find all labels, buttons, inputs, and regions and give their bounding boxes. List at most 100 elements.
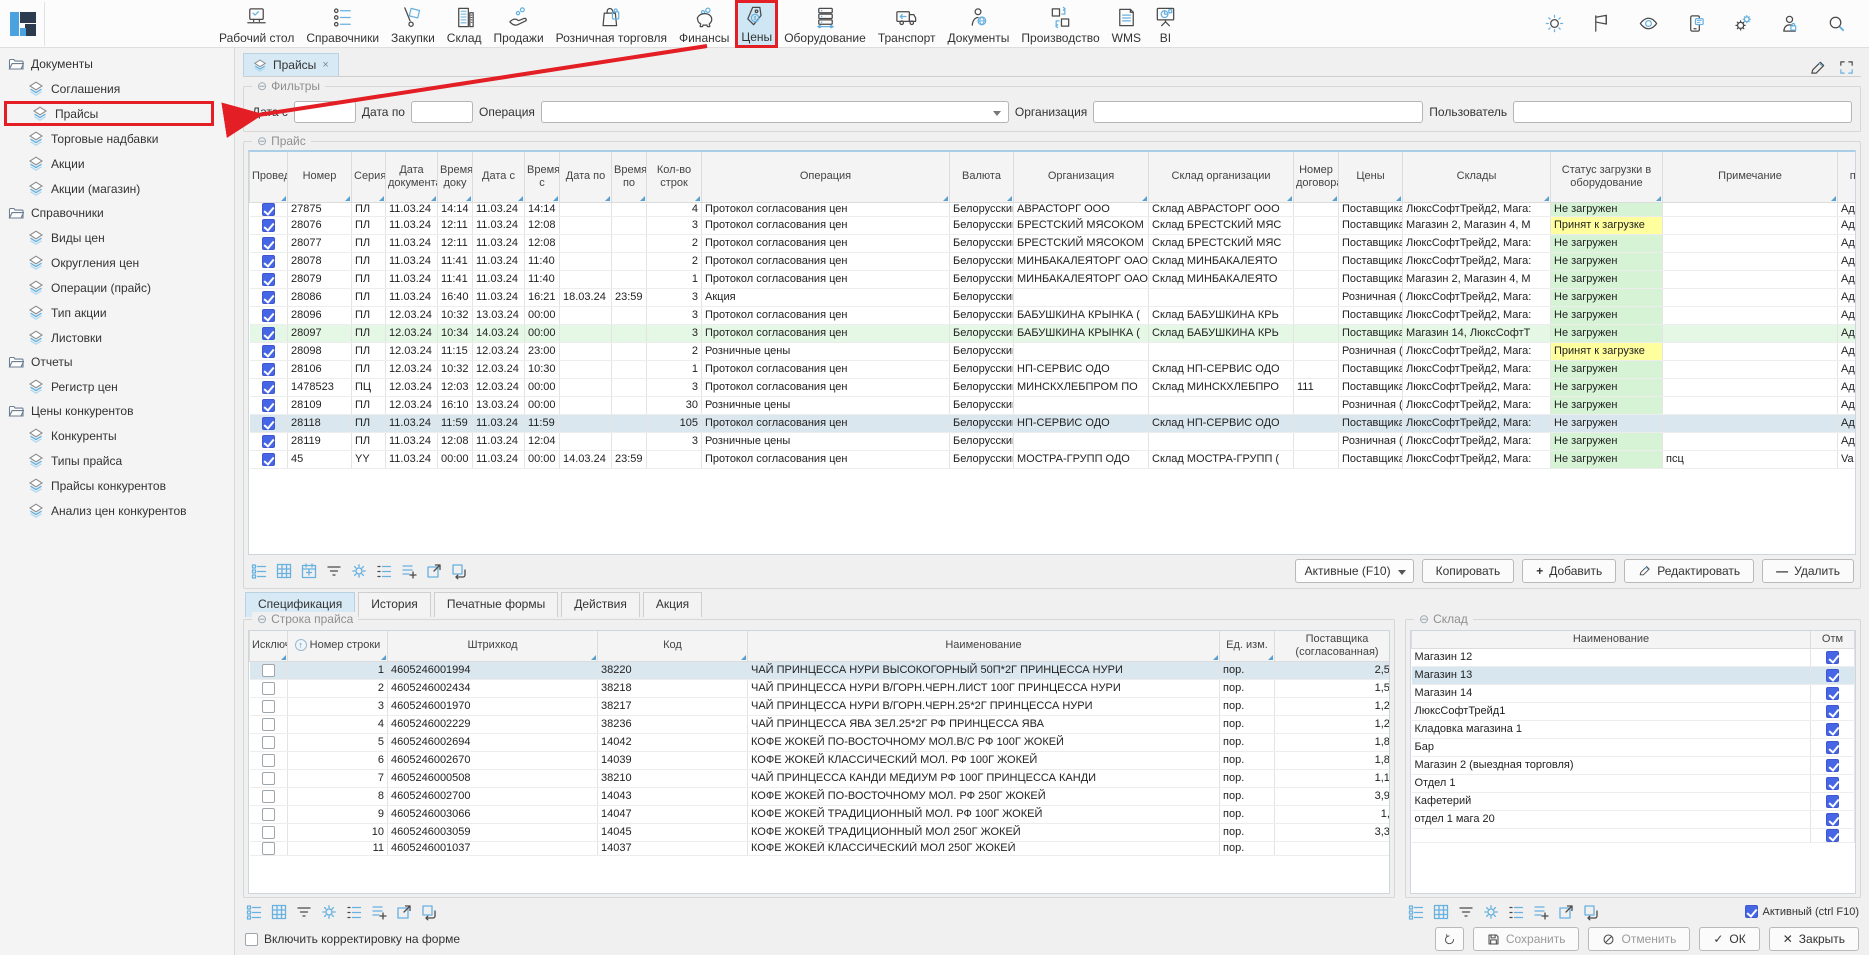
col-header[interactable]: Примечание (1663, 152, 1838, 202)
delete-button[interactable]: —Удалить (1762, 559, 1854, 583)
spec-row[interactable]: 4460524600222938236ЧАЙ ПРИНЦЕССА ЯВА ЗЕЛ… (250, 715, 1391, 733)
export-icon[interactable] (425, 562, 443, 580)
view-list-icon[interactable] (1407, 903, 1425, 921)
row-checkbox[interactable] (262, 363, 275, 376)
sidebar-item[interactable]: Листовки (0, 325, 234, 350)
col-header[interactable]: Время с (525, 152, 560, 202)
spec-row[interactable]: 10460524600305914045КОФЕ ЖОКЕЙ ТРАДИЦИОН… (250, 823, 1391, 841)
cancel-button[interactable]: Отменить (1588, 927, 1690, 951)
sidebar-item[interactable]: Торговые надбавки (0, 126, 234, 151)
warehouse-row[interactable]: ЛюксСофтТрейд1 (1412, 702, 1855, 720)
col-header[interactable]: Дата с (473, 152, 525, 202)
subtab-Печатные формы[interactable]: Печатные формы (434, 592, 558, 617)
refresh-button[interactable] (1435, 927, 1464, 951)
price-row[interactable]: 45YY11.03.2400:0011.03.2400:0014.03.2423… (250, 450, 1857, 468)
col-header[interactable]: Склады (1403, 152, 1551, 202)
col-header[interactable]: Наименование (748, 631, 1220, 661)
col-header[interactable]: Серия (352, 152, 386, 202)
sidebar-item[interactable]: Конкуренты (0, 423, 234, 448)
gear-icon[interactable] (320, 903, 338, 921)
mark-checkbox[interactable] (1826, 687, 1839, 700)
exclude-checkbox[interactable] (262, 736, 275, 749)
spec-row[interactable]: 9460524600306614047КОФЕ ЖОКЕЙ ТРАДИЦИОНН… (250, 805, 1391, 823)
num-list-icon[interactable] (375, 562, 393, 580)
row-checkbox[interactable] (262, 399, 275, 412)
col-header[interactable]: Код (598, 631, 748, 661)
sidebar-item[interactable]: Регистр цен (0, 374, 234, 399)
price-row[interactable]: 28079ПЛ11.03.2411:4111.03.2411:401Проток… (250, 270, 1857, 288)
add-list-icon[interactable] (370, 903, 388, 921)
view-grid-icon[interactable] (270, 903, 288, 921)
col-header[interactable]: Склад организации (1149, 152, 1294, 202)
warehouse-row[interactable]: Магазин 12 (1412, 648, 1855, 666)
refresh-icon[interactable] (420, 903, 438, 921)
mark-checkbox[interactable] (1826, 651, 1839, 664)
price-row[interactable]: 27875ПЛ11.03.2414:1411.03.2414:144Проток… (250, 202, 1857, 216)
exclude-checkbox[interactable] (262, 664, 275, 677)
view-list-icon[interactable] (245, 903, 263, 921)
col-header[interactable]: Поставщика (согласованная) (1275, 631, 1391, 661)
row-checkbox[interactable] (262, 203, 275, 216)
col-header-mark[interactable]: Отм (1811, 631, 1855, 648)
sidebar-group-1[interactable]: Справочники (0, 201, 234, 225)
module-references[interactable]: Справочники (300, 0, 385, 48)
sidebar-item[interactable]: Виды цен (0, 225, 234, 250)
refresh-icon[interactable] (450, 562, 468, 580)
price-row[interactable]: 28076ПЛ11.03.2412:1111.03.2412:083Проток… (250, 216, 1857, 234)
row-checkbox[interactable] (262, 291, 275, 304)
module-production[interactable]: Производство (1015, 0, 1105, 48)
col-header[interactable]: Валюта (950, 152, 1014, 202)
sidebar-item[interactable]: Типы прайса (0, 448, 234, 473)
exclude-checkbox[interactable] (262, 700, 275, 713)
tab-prices[interactable]: Прайсы × (243, 53, 339, 76)
add-button[interactable]: +Добавить (1522, 559, 1616, 583)
filter-icon[interactable] (325, 562, 343, 580)
col-header[interactable]: Дата документа (386, 152, 438, 202)
export-icon[interactable] (395, 903, 413, 921)
exclude-checkbox[interactable] (262, 826, 275, 839)
filter-icon[interactable] (1457, 903, 1475, 921)
warehouse-row[interactable]: Кафетерий (1412, 792, 1855, 810)
add-list-icon[interactable] (400, 562, 418, 580)
exclude-checkbox[interactable] (262, 718, 275, 731)
col-header[interactable]: Ед. изм. (1220, 631, 1275, 661)
exclude-checkbox[interactable] (262, 682, 275, 695)
settings-gears-icon[interactable] (1732, 13, 1753, 34)
date-to-input[interactable] (411, 101, 473, 123)
module-warehouse[interactable]: Склад (441, 0, 488, 48)
subtab-Акция[interactable]: Акция (643, 592, 702, 617)
col-header[interactable]: Операция (702, 152, 950, 202)
eye-icon[interactable] (1638, 13, 1659, 34)
col-header[interactable]: Организация (1014, 152, 1149, 202)
expand-icon[interactable] (1838, 59, 1855, 76)
row-checkbox[interactable] (262, 417, 275, 430)
user-lock-icon[interactable] (1779, 13, 1800, 34)
row-checkbox[interactable] (262, 273, 275, 286)
price-row[interactable]: 28097ПЛ12.03.2410:3414.03.2400:003Проток… (250, 324, 1857, 342)
module-purchases[interactable]: Закупки (385, 0, 441, 48)
row-checkbox[interactable] (262, 327, 275, 340)
row-checkbox[interactable] (262, 345, 275, 358)
user-input[interactable] (1513, 101, 1852, 123)
subtab-Действия[interactable]: Действия (561, 592, 640, 617)
copy-button[interactable]: Копировать (1422, 559, 1515, 583)
mark-checkbox[interactable] (1826, 759, 1839, 772)
flag-icon[interactable] (1591, 13, 1612, 34)
close-button[interactable]: ✕Закрыть (1769, 927, 1859, 951)
price-row[interactable]: 28109ПЛ12.03.2416:1013.03.2400:0030Розни… (250, 396, 1857, 414)
save-button[interactable]: Сохранить (1473, 927, 1580, 951)
spec-row[interactable]: 11460524600103714037КОФЕ ЖОКЕЙ КЛАССИЧЕС… (250, 841, 1391, 855)
num-list-icon[interactable] (345, 903, 363, 921)
warehouse-row[interactable]: отдел 1 мага 20 (1412, 810, 1855, 828)
row-checkbox[interactable] (262, 309, 275, 322)
warehouse-row[interactable]: Магазин 13 (1412, 666, 1855, 684)
sidebar-item[interactable]: Акции (0, 151, 234, 176)
module-prices[interactable]: Цены (735, 0, 778, 48)
tab-close-icon[interactable]: × (322, 59, 328, 71)
sidebar-item[interactable]: Соглашения (0, 76, 234, 101)
price-row[interactable]: 28078ПЛ11.03.2411:4111.03.2411:402Проток… (250, 252, 1857, 270)
subtab-История[interactable]: История (358, 592, 431, 617)
module-sales[interactable]: Продажи (488, 0, 550, 48)
price-row[interactable]: 28086ПЛ11.03.2416:4011.03.2416:2118.03.2… (250, 288, 1857, 306)
active-filter-select[interactable]: Активные (F10) (1295, 559, 1414, 583)
